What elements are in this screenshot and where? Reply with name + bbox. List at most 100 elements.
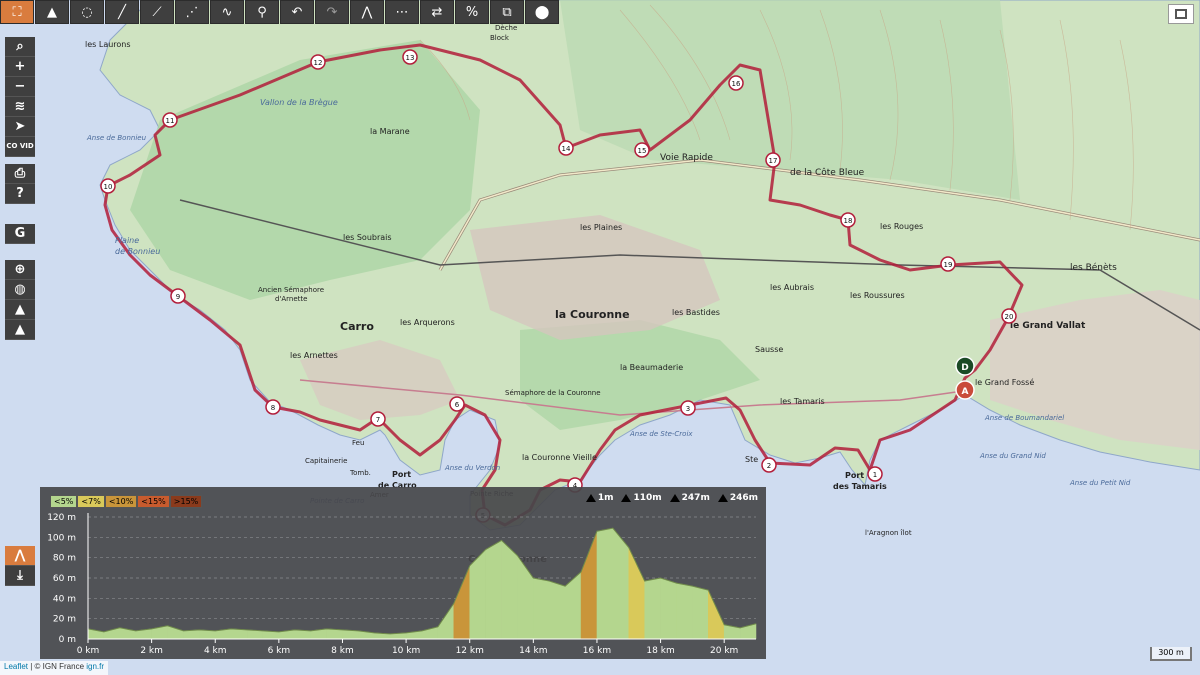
waypoint-19[interactable]: 19 <box>940 256 956 272</box>
x-tick-label: 16 km <box>583 646 611 656</box>
zoom-in-icon: + <box>14 59 26 74</box>
waypoint-label: 2 <box>767 462 771 470</box>
print-button[interactable]: ⎙ <box>5 164 35 184</box>
elevation-segment <box>199 629 216 640</box>
x-tick-label: 14 km <box>519 646 547 656</box>
globe-button[interactable]: ◍ <box>5 280 35 300</box>
basemap-button[interactable]: ▲ <box>35 0 69 24</box>
place-label: Capitainerie <box>305 457 347 465</box>
draw-track-button[interactable]: ∿ <box>210 0 244 24</box>
split-button[interactable]: ⋯ <box>385 0 419 24</box>
print-icon: ⎙ <box>14 166 26 181</box>
undo-button[interactable]: ↶ <box>280 0 314 24</box>
place-label: Tomb. <box>349 469 371 477</box>
zoom-out-icon: − <box>14 79 26 94</box>
google-button[interactable]: G <box>5 224 35 244</box>
hiker-2-button[interactable]: ▲ <box>5 320 35 340</box>
join-button[interactable]: ⋀ <box>350 0 384 24</box>
elevation-segment <box>580 531 598 640</box>
crosshair-button[interactable]: ⊕ <box>5 260 35 280</box>
layers-button[interactable]: ≋ <box>5 97 35 117</box>
place-label: les Bénèts <box>1070 262 1117 273</box>
waypoint-label: 7 <box>376 416 380 424</box>
waypoint-3[interactable]: 3 <box>680 400 696 416</box>
end-marker[interactable]: A <box>955 380 975 400</box>
layers-icon: ≋ <box>14 99 26 114</box>
y-tick-label: 120 m <box>47 513 76 523</box>
waypoint-16[interactable]: 16 <box>728 75 744 91</box>
waypoint-18[interactable]: 18 <box>840 212 856 228</box>
stat-item: 1m <box>585 493 613 503</box>
y-tick-label: 80 m <box>53 554 76 564</box>
waypoint-6[interactable]: 6 <box>449 396 465 412</box>
chart-button[interactable]: ⋀ <box>5 546 35 566</box>
draw-route-icon: ⟋ <box>152 4 162 20</box>
help-button[interactable]: ? <box>5 184 35 204</box>
waypoint-9[interactable]: 9 <box>170 288 186 304</box>
redo-button[interactable]: ↷ <box>315 0 349 24</box>
copy-button[interactable]: ⧉ <box>490 0 524 24</box>
x-tick-label: 2 km <box>140 646 163 656</box>
mountain-icon <box>717 494 728 502</box>
search-button[interactable]: ⌕ <box>5 37 35 57</box>
elevation-segment <box>230 628 248 640</box>
waypoint-15[interactable]: 15 <box>634 142 650 158</box>
zoom-in-button[interactable]: + <box>5 57 35 77</box>
waypoint-17[interactable]: 17 <box>765 152 781 168</box>
waypoint-7[interactable]: 7 <box>370 411 386 427</box>
download-icon: ⤓ <box>17 568 23 583</box>
place-label: Anse de Ste-Croix <box>629 430 693 438</box>
x-tick-label: 4 km <box>204 646 227 656</box>
draw-line-icon: ╱ <box>118 4 126 20</box>
download-button[interactable]: ⤓ <box>5 566 35 586</box>
zoom-out-button[interactable]: − <box>5 77 35 97</box>
top-toolbar: ⛶ ▲ ◌ ╱ ⟋ ⋰ ∿ ⚲ ↶ ↷ ⋀ ⋯ ⇄% ⧉ ⬤ <box>0 0 559 24</box>
legend-item: >15% <box>169 495 203 508</box>
waypoint-20[interactable]: 20 <box>1001 308 1017 324</box>
waypoint-10[interactable]: 10 <box>100 178 116 194</box>
elevation-profile[interactable]: <5% <7% <10% <15% >15% 1m 110m 247m 246m 0 m 20 … <box>40 487 766 659</box>
ign-link[interactable]: ign.fr <box>86 662 104 671</box>
x-tick-label: 20 km <box>710 646 738 656</box>
place-label: Feu <box>352 439 364 447</box>
bike-button[interactable]: ⚲ <box>245 0 279 24</box>
waypoint-14[interactable]: 14 <box>558 140 574 156</box>
place-label: la Couronne <box>555 308 630 321</box>
fullscreen-button[interactable] <box>1168 4 1194 24</box>
elevation-segment <box>596 527 614 640</box>
waypoint-13[interactable]: 13 <box>402 49 418 65</box>
waypoint-12[interactable]: 12 <box>310 54 326 70</box>
reverse-icon: ⇄ <box>431 4 443 20</box>
place-label: la Couronne Vieille <box>522 453 597 462</box>
draw-line-button[interactable]: ╱ <box>105 0 139 24</box>
draw-path-button[interactable]: ⋰ <box>175 0 209 24</box>
waypoint-1[interactable]: 1 <box>867 466 883 482</box>
place-label: Carro <box>340 320 374 333</box>
reverse-button[interactable]: ⇄ <box>420 0 454 24</box>
hiker-button[interactable]: ▲ <box>5 300 35 320</box>
marker-button[interactable]: ⬤ <box>525 0 559 24</box>
waypoint-11[interactable]: 11 <box>162 112 178 128</box>
legend-item: <7% <box>77 495 105 508</box>
start-marker[interactable]: D <box>955 356 975 376</box>
locate-button[interactable]: ➤ <box>5 117 35 137</box>
place-label: la Marane <box>370 127 410 136</box>
elevation-segment <box>692 585 709 640</box>
y-tick-label: 40 m <box>53 594 76 604</box>
crosshair-icon: ⊕ <box>14 262 26 277</box>
stat-value: 110m <box>633 493 662 503</box>
waypoint-2[interactable]: 2 <box>761 457 777 473</box>
fullscreen-expand-button[interactable]: ⛶ <box>0 0 34 24</box>
place-label: Vallon de la Brègue <box>260 97 338 107</box>
covid-button[interactable]: CO VID <box>5 137 35 157</box>
waypoint-label: 16 <box>732 80 741 88</box>
place-label: Plaine <box>115 236 139 245</box>
waypoint-8[interactable]: 8 <box>265 399 281 415</box>
hide-button[interactable]: ◌ <box>70 0 104 24</box>
place-label: Sémaphore de la Couronne <box>505 389 601 397</box>
elevation-button[interactable]: % <box>455 0 489 24</box>
place-label: les Soubrais <box>343 233 392 242</box>
elevation-segment <box>548 580 566 640</box>
draw-route-button[interactable]: ⟋ <box>140 0 174 24</box>
leaflet-link[interactable]: Leaflet <box>4 662 28 671</box>
